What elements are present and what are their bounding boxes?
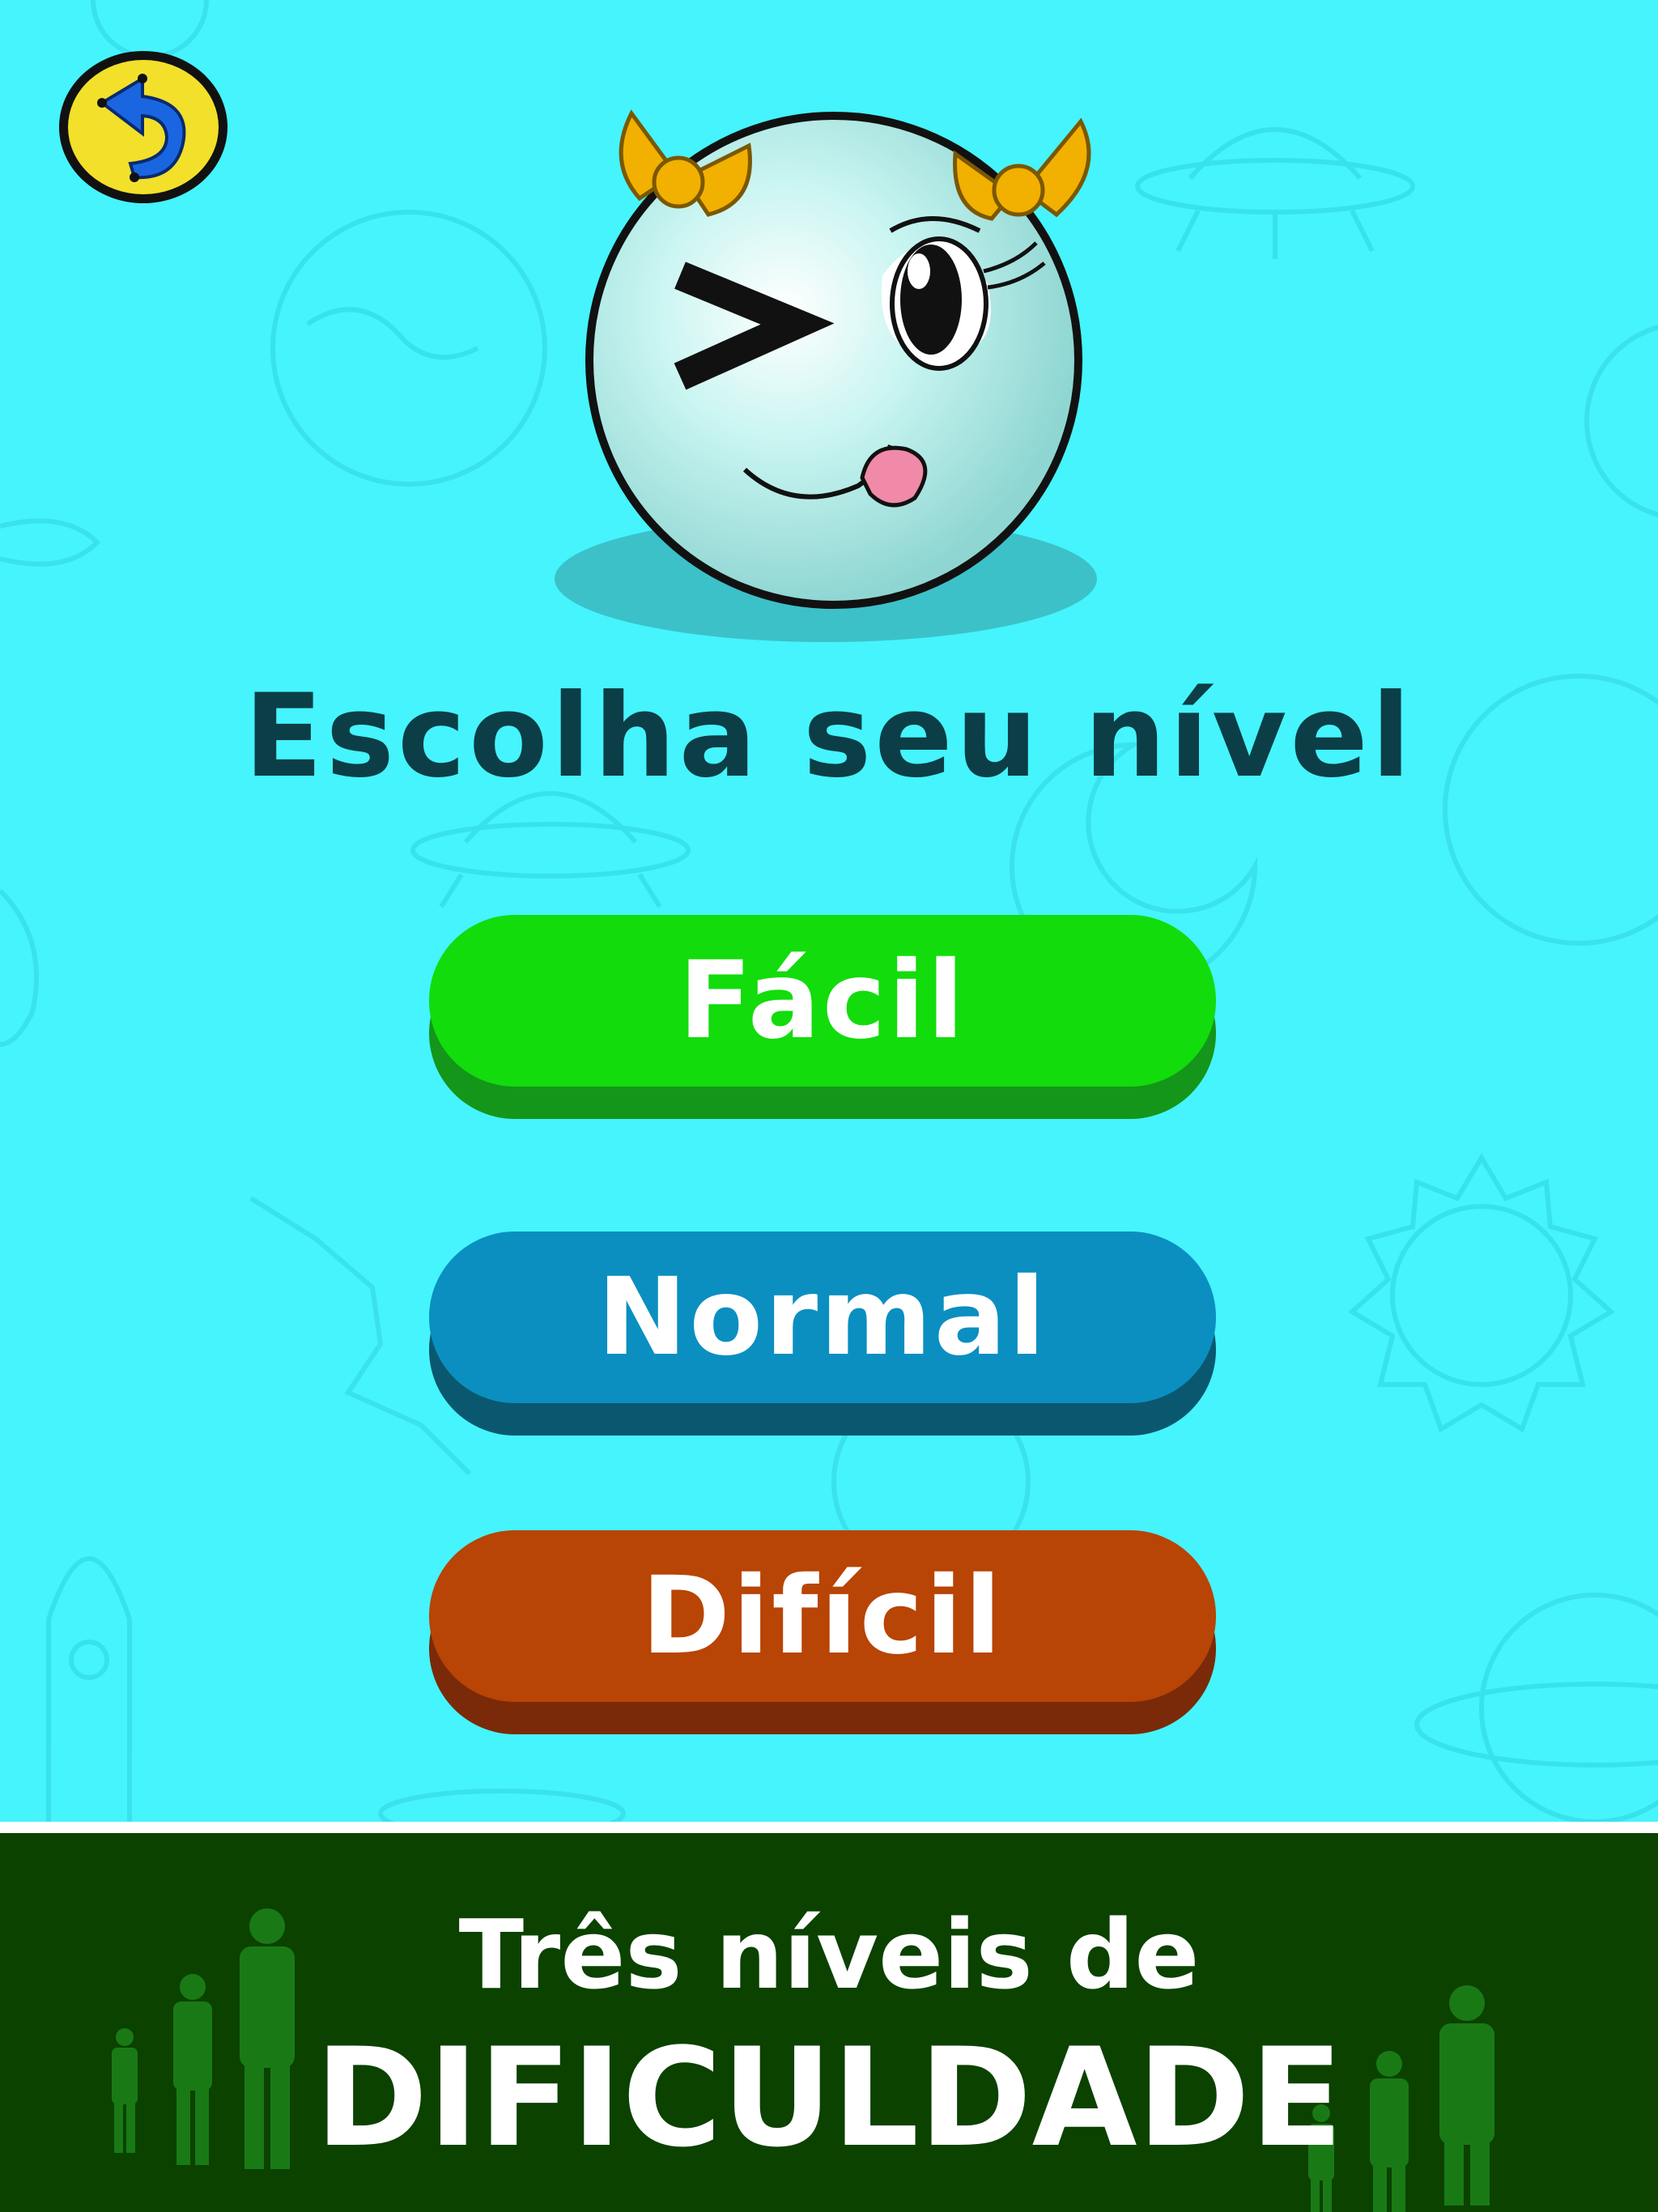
- rocket-doodle-icon: [0, 518, 101, 567]
- divider: [0, 1822, 1658, 1833]
- hard-level-button[interactable]: Difícil: [429, 1530, 1216, 1734]
- hard-level-label: Difícil: [641, 1554, 1004, 1678]
- banner-subheadline: DIFICULDADE: [315, 2018, 1343, 2177]
- normal-level-button[interactable]: Normal: [429, 1231, 1216, 1436]
- normal-level-label: Normal: [597, 1255, 1048, 1380]
- winking-ball-mascot: [555, 109, 1097, 642]
- back-button[interactable]: [53, 46, 233, 208]
- right-bow-icon: [953, 117, 1091, 221]
- easy-level-label: Fácil: [678, 938, 967, 1063]
- back-arrow-icon: [59, 51, 227, 203]
- banner-headline: Três níveis de: [458, 1899, 1200, 2010]
- sun-doodle-icon: [1390, 1204, 1573, 1387]
- button-face: Difícil: [429, 1530, 1216, 1702]
- ufo-doodle-icon: [1135, 158, 1415, 215]
- ufo-doodle-icon: [410, 822, 691, 878]
- rocket-doodle-icon: [46, 1556, 132, 1822]
- button-face: Normal: [429, 1231, 1216, 1403]
- page-title: Escolha seu nível: [244, 670, 1414, 803]
- promo-banner: Três níveis de DIFICULDADE: [0, 1833, 1658, 2212]
- globe-doodle-icon: [270, 210, 547, 487]
- left-bow-icon: [619, 109, 752, 217]
- game-screen: Escolha seu nível Fácil Normal Difícil: [0, 0, 1658, 1822]
- button-face: Fácil: [429, 915, 1216, 1087]
- planet-doodle-icon: [1479, 1593, 1658, 1822]
- easy-level-button[interactable]: Fácil: [429, 915, 1216, 1119]
